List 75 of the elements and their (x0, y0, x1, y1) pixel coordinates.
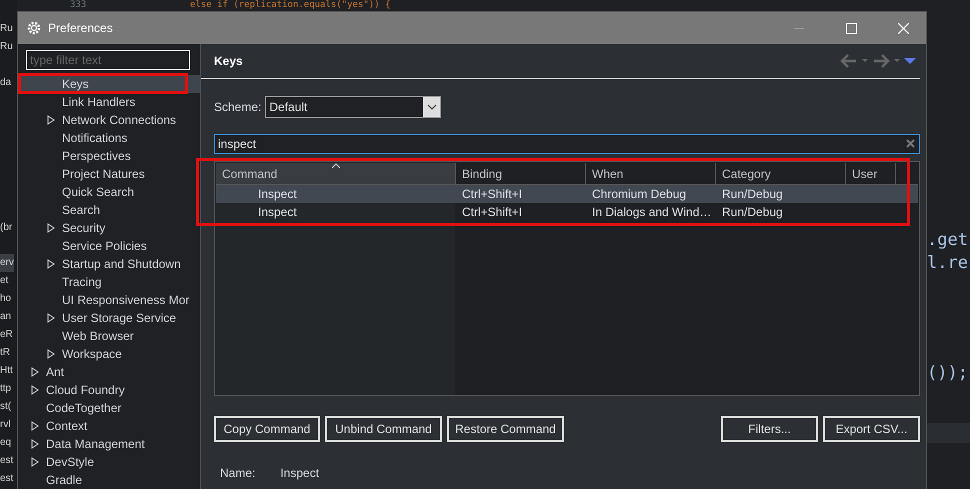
tree-item[interactable]: Security (20, 219, 200, 237)
table-cell-text: Inspect (257, 186, 298, 203)
search-field[interactable]: inspect (214, 134, 920, 154)
code-fragment: Ru (0, 40, 13, 54)
code-fragment: est (0, 454, 14, 468)
code-fragment: da (0, 76, 12, 90)
table-row[interactable]: Inspect Ctrl+Shift+I In Dialogs and Wind… Run/Debug (216, 203, 918, 221)
tree-item[interactable]: Workspace (20, 345, 200, 363)
tree-item[interactable]: Data Management (20, 435, 200, 453)
scheme-dropdown[interactable]: Default (265, 96, 442, 118)
code-fragment: Ru (0, 22, 13, 36)
filter-field[interactable]: type filter text (26, 50, 190, 70)
tree-item[interactable]: Quick Search (20, 183, 200, 201)
scheme-label: Scheme: (214, 100, 262, 114)
code-fragment: ()); (927, 363, 968, 383)
tree-item[interactable]: Perspectives (20, 147, 200, 165)
code-line: else if (replication.equals("yes")) { (190, 0, 390, 10)
code-fragment: erv (0, 254, 14, 272)
tree-item[interactable]: Cloud Foundry (20, 381, 200, 399)
tree-item[interactable]: Startup and Shutdown (20, 255, 200, 273)
name-label: Name: (220, 466, 256, 480)
code-fragment: et (0, 274, 8, 288)
tree-item[interactable]: Context (20, 417, 200, 435)
table-cell-text: Run/Debug (721, 186, 784, 203)
tree-item[interactable]: User Storage Service (20, 309, 200, 327)
table-cell-text: Ctrl+Shift+I (461, 186, 524, 203)
table-cell-text: Inspect (257, 204, 298, 221)
action-button[interactable]: Export CSV... (823, 416, 920, 442)
tree-item[interactable]: Gradle (20, 471, 200, 489)
table-cell-text: In Dialogs and Wind… (591, 204, 712, 221)
code-fragment: ho (0, 292, 12, 306)
tree-item[interactable]: Notifications (20, 129, 200, 147)
code-fragment: l.re (927, 253, 968, 273)
name-value: Inspect (280, 466, 320, 480)
line-number: 333 (70, 0, 86, 10)
window-title: Preferences (48, 21, 114, 35)
action-button[interactable]: Filters... (721, 416, 818, 442)
command-button[interactable]: Unbind Command (325, 416, 442, 442)
command-button[interactable]: Copy Command (214, 416, 320, 442)
table-row[interactable]: Inspect Ctrl+Shift+I Chromium Debug Run/Debug (216, 185, 918, 203)
code-fragment: Htt (0, 364, 13, 378)
page-title: Keys (214, 54, 244, 68)
tree-item[interactable]: Web Browser (20, 327, 200, 345)
close-icon (898, 22, 908, 34)
table-cell-text: Run/Debug (721, 204, 784, 221)
code-fragment: (br (0, 221, 12, 235)
code-fragment: tR (0, 346, 10, 360)
chevron-down-icon (426, 104, 437, 110)
tree-item[interactable]: Service Policies (20, 237, 200, 255)
tree-item[interactable]: CodeTogether (20, 399, 200, 417)
maximize-icon (846, 22, 856, 34)
tree-item[interactable]: Ant (20, 363, 200, 381)
tree-item[interactable]: Project Natures (20, 165, 200, 183)
clear-icon[interactable] (906, 139, 915, 148)
tree-item[interactable]: Search (20, 201, 200, 219)
table-cell-text: Chromium Debug (591, 186, 688, 203)
column-header[interactable]: Command (216, 163, 456, 184)
code-fragment: est (0, 472, 14, 486)
tree-item[interactable]: DevStyle (20, 453, 200, 471)
code-fragment: an (0, 310, 12, 324)
code-fragment: ttp (0, 382, 12, 396)
tree-item[interactable]: Network Connections (20, 111, 200, 129)
menu-triangle-icon[interactable] (904, 57, 916, 65)
table-cell-text: Ctrl+Shift+I (461, 204, 524, 221)
code-fragment: st( (0, 400, 12, 414)
tree-item[interactable]: Tracing (20, 273, 200, 291)
code-fragment: rvl (0, 418, 11, 432)
tree-item[interactable]: UI Responsiveness Mor (20, 291, 200, 309)
code-fragment: eq (0, 436, 12, 450)
command-button[interactable]: Restore Command (447, 416, 564, 442)
tree-item[interactable]: Link Handlers (20, 93, 200, 111)
code-fragment: .get (927, 230, 968, 250)
sort-caret-icon (332, 163, 340, 168)
gear-icon (26, 20, 42, 36)
code-fragment: eR (0, 328, 13, 342)
